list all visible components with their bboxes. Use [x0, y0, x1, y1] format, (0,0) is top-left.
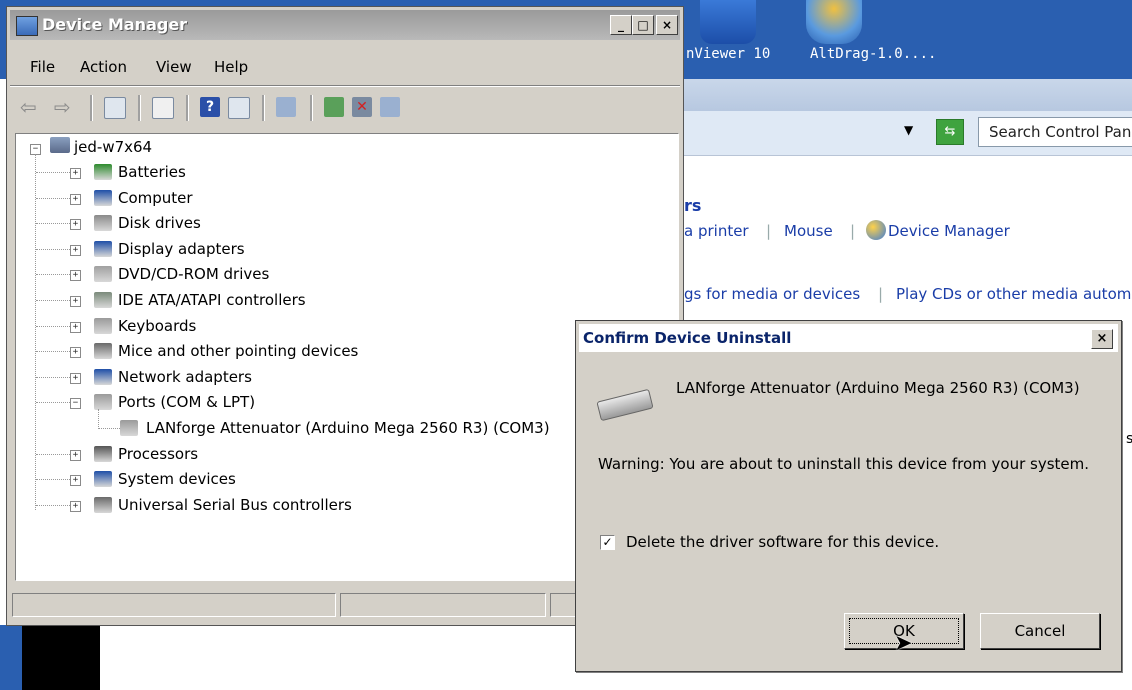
link-separator: | — [766, 222, 772, 240]
menu-view[interactable]: View — [156, 58, 192, 76]
tree-item[interactable]: Batteries — [118, 161, 186, 183]
tree-item[interactable]: Computer — [118, 187, 193, 209]
show-hide-console-tree-icon[interactable] — [104, 97, 126, 119]
expand-toggle[interactable]: + — [70, 193, 81, 205]
desktop-icon-label[interactable]: AltDrag-1.0.... — [810, 46, 936, 62]
menu-help[interactable]: Help — [214, 58, 248, 76]
menu-file[interactable]: File — [30, 58, 55, 76]
link-separator: | — [850, 222, 856, 240]
maximize-button[interactable]: □ — [632, 15, 654, 35]
expand-toggle[interactable]: + — [70, 475, 81, 487]
port-icon — [94, 394, 112, 411]
mouse-icon — [94, 343, 112, 360]
properties-icon[interactable] — [152, 97, 174, 119]
update-driver-icon[interactable] — [324, 97, 344, 117]
dialog-titlebar: Confirm Device Uninstall × — [579, 324, 1118, 352]
menu-action[interactable]: Action — [80, 58, 127, 76]
scan-hardware-icon[interactable] — [276, 97, 296, 117]
delete-driver-checkbox[interactable]: ✓ — [600, 535, 615, 550]
minimize-button[interactable]: _ — [610, 15, 632, 35]
expand-toggle[interactable]: + — [70, 219, 81, 231]
tree-root[interactable]: jed-w7x64 — [74, 136, 152, 158]
menu-bar: File Action View Help — [10, 52, 680, 82]
uninstall-icon[interactable]: ✕ — [352, 97, 372, 117]
search-input[interactable]: Search Control Pan — [989, 123, 1131, 141]
dvd-drive-icon — [94, 266, 112, 283]
back-arrow-icon[interactable]: ⇦ — [20, 95, 37, 119]
expand-toggle[interactable]: + — [70, 296, 81, 307]
battery-icon — [94, 164, 112, 180]
go-arrow-icon[interactable]: ⇆ — [936, 119, 964, 145]
tree-item[interactable]: IDE ATA/ATAPI controllers — [118, 289, 306, 311]
help-icon[interactable]: ? — [200, 97, 220, 117]
link-play-cds[interactable]: Play CDs or other media autom — [896, 285, 1131, 303]
tree-item[interactable]: Display adapters — [118, 238, 245, 260]
processor-icon — [94, 445, 112, 462]
viewer-app-icon[interactable] — [700, 0, 756, 44]
control-panel-address-bar: ▼ ⇆ Search Control Pan — [684, 111, 1132, 156]
system-devices-icon — [94, 471, 112, 488]
truncated-text: s — [1126, 431, 1132, 447]
close-button[interactable]: × — [656, 15, 678, 35]
checkbox-label[interactable]: Delete the driver software for this devi… — [626, 533, 939, 551]
tree-item[interactable]: DVD/CD-ROM drives — [118, 263, 269, 285]
link-autoplay-settings[interactable]: gs for media or devices — [684, 285, 860, 303]
warning-text: Warning: You are about to uninstall this… — [598, 455, 1090, 473]
tree-item-child[interactable]: LANforge Attenuator (Arduino Mega 2560 R… — [146, 417, 550, 439]
expand-toggle[interactable]: + — [70, 347, 81, 359]
tree-item[interactable]: Ports (COM & LPT) — [118, 391, 255, 413]
action-pane-icon[interactable] — [228, 97, 250, 119]
serial-port-icon — [596, 388, 654, 422]
usb-icon — [94, 496, 112, 513]
desktop-icon-label[interactable]: nViewer 10 — [686, 46, 770, 62]
status-cell — [340, 593, 546, 617]
ide-controller-icon — [94, 292, 112, 308]
device-manager-icon — [16, 16, 38, 36]
enable-device-icon[interactable] — [380, 97, 400, 117]
tree-item[interactable]: Processors — [118, 443, 198, 465]
disk-drive-icon — [94, 215, 112, 232]
device-name: LANforge Attenuator (Arduino Mega 2560 R… — [676, 379, 1080, 397]
expand-toggle[interactable]: + — [70, 244, 81, 256]
tree-item[interactable]: Universal Serial Bus controllers — [118, 494, 352, 516]
shield-icon — [866, 220, 886, 240]
status-cell — [12, 593, 336, 617]
keyboard-icon — [94, 317, 112, 334]
section-heading: rs — [684, 196, 702, 215]
window-title: Device Manager — [42, 15, 188, 34]
dialog-close-button[interactable]: × — [1091, 329, 1113, 349]
chevron-down-icon[interactable]: ▼ — [904, 123, 913, 137]
expand-toggle[interactable]: + — [70, 372, 81, 384]
computer-icon — [94, 189, 112, 206]
mouse-cursor-icon: ➤ — [894, 631, 913, 656]
tree-item[interactable]: Keyboards — [118, 315, 196, 337]
link-separator: | — [878, 285, 884, 303]
expand-toggle[interactable]: + — [70, 270, 81, 282]
expand-toggle[interactable]: + — [70, 449, 81, 461]
control-panel-titlebar — [684, 79, 1132, 111]
computer-root-icon — [50, 137, 70, 153]
expand-toggle[interactable]: + — [70, 321, 81, 333]
link-add-printer[interactable]: a printer — [684, 222, 749, 240]
confirm-uninstall-dialog: Confirm Device Uninstall × LANforge Atte… — [575, 320, 1122, 672]
display-adapter-icon — [94, 240, 112, 257]
device-manager-titlebar: Device Manager _ □ × — [10, 10, 680, 40]
expand-toggle[interactable]: + — [70, 500, 81, 512]
dialog-title: Confirm Device Uninstall — [583, 329, 792, 347]
altdrag-app-icon[interactable] — [806, 0, 862, 44]
tree-item[interactable]: Network adapters — [118, 366, 252, 388]
tree-item[interactable]: System devices — [118, 468, 236, 490]
tree-item[interactable]: Mice and other pointing devices — [118, 340, 358, 362]
tree-item[interactable]: Disk drives — [118, 212, 201, 234]
link-device-manager[interactable]: Device Manager — [888, 222, 1010, 240]
toolbar: ⇦ ⇨ ? ✕ — [10, 89, 680, 129]
cancel-button[interactable]: Cancel — [980, 613, 1100, 649]
port-device-icon — [120, 420, 138, 436]
taskbar-fragment — [0, 625, 100, 690]
expand-toggle[interactable]: − — [70, 398, 81, 410]
forward-arrow-icon[interactable]: ⇨ — [54, 95, 71, 119]
link-mouse[interactable]: Mouse — [784, 222, 833, 240]
network-adapter-icon — [94, 368, 112, 385]
expand-toggle[interactable]: + — [70, 168, 81, 179]
